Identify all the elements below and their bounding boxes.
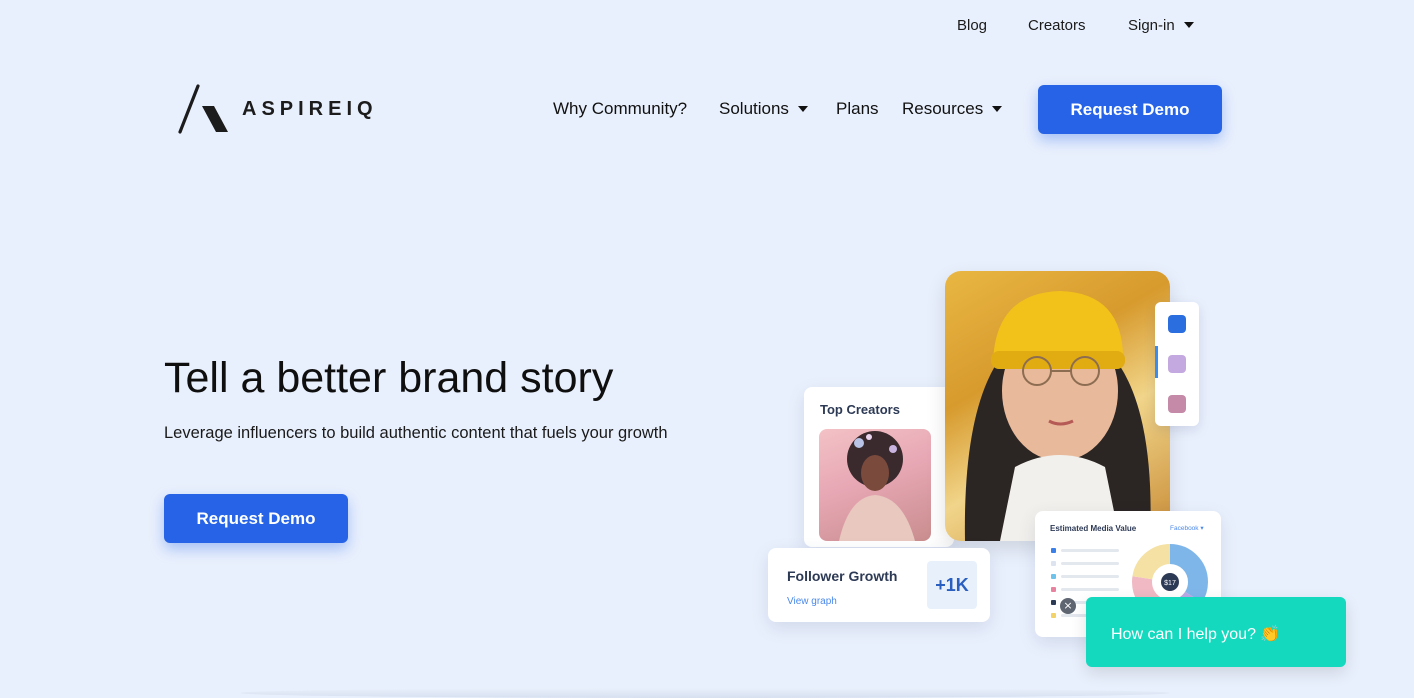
- chevron-down-icon: [992, 105, 1003, 112]
- nav-resources-label: Resources: [902, 99, 984, 118]
- section-divider: [240, 688, 1170, 698]
- nav-why-community[interactable]: Why Community?: [553, 99, 687, 119]
- blog-link[interactable]: Blog: [957, 16, 987, 36]
- instagram-icon[interactable]: [1168, 355, 1186, 373]
- nav-resources-dropdown[interactable]: Resources: [902, 99, 1003, 119]
- follower-growth-value: +1K: [935, 575, 969, 595]
- legend-dot: [1051, 600, 1056, 605]
- social-platform-tabs: [1155, 302, 1199, 426]
- follower-growth-label: Follower Growth: [787, 568, 898, 584]
- signin-label: Sign-in: [1128, 17, 1175, 34]
- emv-platform-label: Facebook: [1170, 525, 1199, 532]
- profile-icon[interactable]: [1168, 395, 1186, 413]
- social-icon-square[interactable]: [1168, 315, 1186, 333]
- top-utility-nav: Blog Creators Sign-in: [0, 16, 1414, 38]
- chevron-down-icon: [1183, 22, 1194, 29]
- logo-wordmark: ASPIREIQ: [242, 98, 378, 120]
- emv-center-value: $17: [1164, 580, 1176, 587]
- legend-dot: [1051, 574, 1056, 579]
- emv-title: Estimated Media Value: [1050, 524, 1137, 533]
- logo-mark-icon: [178, 84, 228, 134]
- hero-title: Tell a better brand story: [164, 354, 614, 402]
- close-chat-button[interactable]: ×: [1060, 598, 1076, 614]
- aspireiq-logo[interactable]: ASPIREIQ: [178, 84, 378, 136]
- active-indicator: [1155, 346, 1158, 378]
- chevron-down-icon: [797, 105, 808, 112]
- legend-bar: [1061, 575, 1119, 578]
- creator-photo: [819, 429, 931, 541]
- top-creators-card: Top Creators: [804, 387, 954, 547]
- nav-solutions-dropdown[interactable]: Solutions: [719, 99, 808, 119]
- legend-dot: [1051, 548, 1056, 553]
- legend-dot: [1051, 587, 1056, 592]
- legend-bar: [1061, 588, 1119, 591]
- follower-growth-card: Follower Growth View graph +1K: [768, 548, 990, 622]
- follower-growth-badge: +1K: [927, 561, 977, 609]
- signin-dropdown[interactable]: Sign-in: [1128, 16, 1194, 36]
- creators-link[interactable]: Creators: [1028, 16, 1086, 36]
- legend-bar: [1061, 562, 1119, 565]
- emv-platform-select[interactable]: Facebook ▾: [1170, 524, 1204, 532]
- hero-subtitle: Leverage influencers to build authentic …: [164, 424, 668, 442]
- featured-creator-photo: [945, 271, 1170, 541]
- chat-widget[interactable]: How can I help you? 👏: [1086, 597, 1346, 667]
- legend-bar: [1061, 549, 1119, 552]
- nav-plans[interactable]: Plans: [836, 99, 879, 119]
- view-graph-link[interactable]: View graph: [787, 596, 837, 607]
- request-demo-button[interactable]: Request Demo: [1038, 85, 1222, 134]
- chat-message: How can I help you? 👏: [1111, 626, 1281, 643]
- legend-dot: [1051, 561, 1056, 566]
- top-creators-label: Top Creators: [820, 402, 900, 417]
- legend-dot: [1051, 613, 1056, 618]
- hero-request-demo-button[interactable]: Request Demo: [164, 494, 348, 543]
- nav-solutions-label: Solutions: [719, 99, 789, 118]
